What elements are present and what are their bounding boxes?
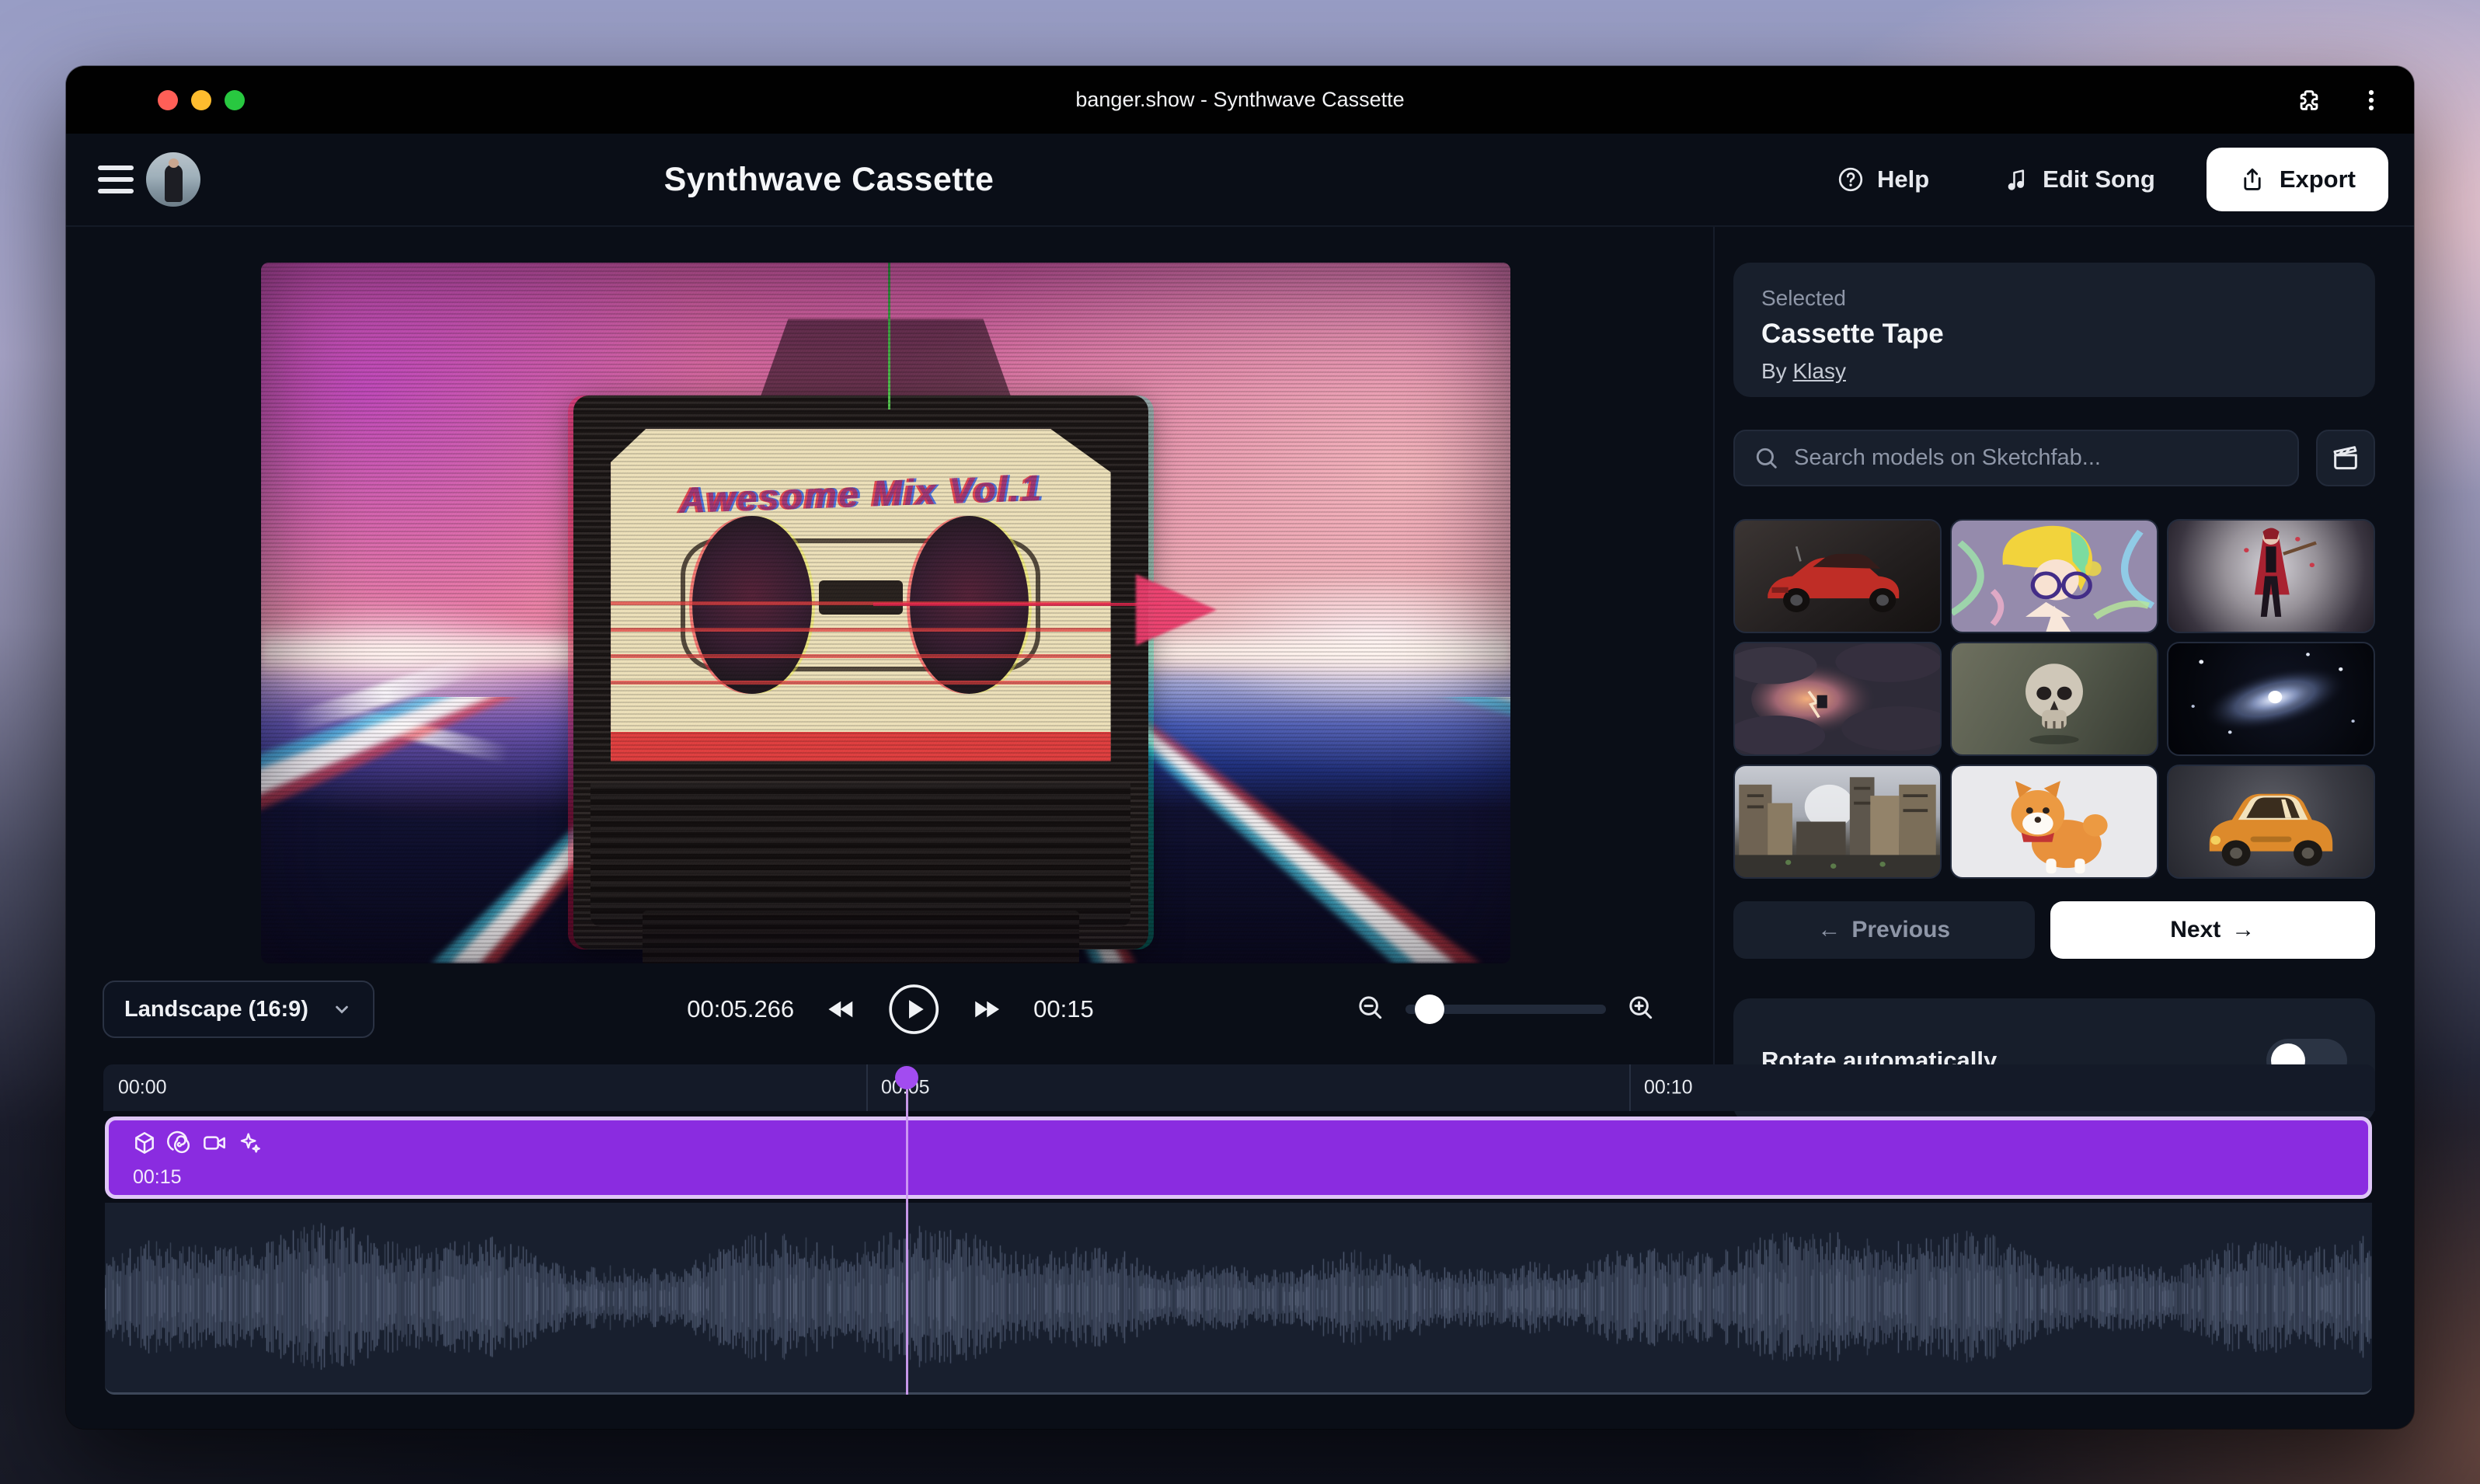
music-note-icon: [2004, 166, 2030, 193]
model-thumbnail[interactable]: [2167, 642, 2375, 756]
model-thumbnail[interactable]: [1950, 765, 2158, 879]
window-title: banger.show - Synthwave Cassette: [1075, 88, 1404, 112]
3d-viewport[interactable]: Awesome Mix Vol.1: [261, 263, 1510, 963]
ruler-tick-label: 00:00: [118, 1077, 167, 1099]
timeline: 00:0000:0500:10 00:15: [103, 1064, 2375, 1395]
zoom-out-icon[interactable]: [1356, 993, 1385, 1026]
previous-page-button[interactable]: ← Previous: [1733, 901, 2035, 959]
close-window-button[interactable]: [158, 90, 178, 110]
model-thumbnail[interactable]: [2167, 519, 2375, 633]
model-sidebar: Selected Cassette Tape By Klasy ← Previo…: [1733, 227, 2375, 1064]
app-window: banger.show - Synthwave Cassette Synthwa…: [66, 66, 2414, 1429]
aspect-ratio-dropdown[interactable]: Landscape (16:9): [103, 981, 374, 1038]
model-thumbnail[interactable]: [1733, 765, 1942, 879]
playhead-handle[interactable]: [895, 1066, 918, 1089]
traffic-lights: [66, 90, 245, 110]
author-link[interactable]: Klasy: [1792, 359, 1845, 383]
audio-waveform-track[interactable]: [105, 1203, 2372, 1395]
playback-controls: Landscape (16:9) 00:05.266 00:15: [66, 981, 1713, 1038]
play-button[interactable]: [887, 983, 940, 1036]
clip-track-icons: [132, 1130, 262, 1155]
arrow-right-icon: →: [2231, 917, 2255, 943]
maximize-window-button[interactable]: [225, 90, 245, 110]
minimize-window-button[interactable]: [191, 90, 211, 110]
model-search-box[interactable]: [1733, 430, 2299, 486]
model-thumbnail[interactable]: [2167, 765, 2375, 879]
selected-model-panel: Selected Cassette Tape By Klasy: [1733, 263, 2375, 397]
clapperboard-icon: [2330, 443, 2361, 474]
search-input[interactable]: [1794, 445, 2279, 471]
timeline-ruler[interactable]: 00:0000:0500:10: [103, 1064, 2375, 1111]
extensions-puzzle-icon[interactable]: [2296, 87, 2322, 113]
app-header: Synthwave Cassette Help Edit Song Export: [66, 134, 2414, 227]
zoom-in-icon[interactable]: [1626, 993, 1656, 1026]
ruler-tick-label: 00:10: [1644, 1077, 1693, 1099]
sparkles-icon: [237, 1130, 262, 1155]
model-thumbnail[interactable]: [1733, 642, 1942, 756]
model-thumbnail[interactable]: [1950, 642, 2158, 756]
chevron-down-icon: [331, 998, 353, 1020]
timeline-zoom-slider[interactable]: [1405, 1005, 1606, 1014]
model-clip[interactable]: 00:15: [105, 1116, 2372, 1199]
rewind-button[interactable]: [825, 994, 856, 1025]
search-icon: [1754, 445, 1780, 472]
current-time: 00:05.266: [687, 995, 794, 1023]
ruler-tick-line: [866, 1064, 868, 1111]
hamburger-menu-icon[interactable]: [98, 165, 134, 193]
sidebar-divider: [1713, 227, 1715, 1064]
edit-song-button[interactable]: Edit Song: [2004, 165, 2155, 193]
browser-titlebar: banger.show - Synthwave Cassette: [66, 66, 2414, 134]
selected-model-name: Cassette Tape: [1761, 319, 2347, 350]
fast-forward-button[interactable]: [971, 994, 1002, 1025]
export-button[interactable]: Export: [2207, 148, 2388, 211]
model-thumbnail[interactable]: [1733, 519, 1942, 633]
help-button[interactable]: Help: [1837, 165, 1929, 193]
cube-icon: [132, 1130, 157, 1155]
help-circle-icon: [1837, 165, 1865, 193]
next-page-button[interactable]: Next →: [2050, 901, 2376, 959]
spiral-icon: [167, 1130, 192, 1155]
clip-duration-label: 00:15: [133, 1166, 182, 1189]
user-avatar[interactable]: [146, 152, 200, 207]
model-grid: [1733, 519, 2375, 879]
my-models-button[interactable]: [2316, 430, 2375, 486]
ruler-tick-line: [1629, 1064, 1631, 1111]
model-thumbnail[interactable]: [1950, 519, 2158, 633]
browser-menu-kebab-icon[interactable]: [2358, 87, 2384, 113]
share-upload-icon: [2239, 166, 2266, 193]
arrow-left-icon: ←: [1817, 917, 1841, 943]
video-camera-icon: [202, 1130, 227, 1155]
total-duration: 00:15: [1033, 995, 1094, 1023]
project-title: Synthwave Cassette: [664, 161, 994, 199]
zoom-slider-knob[interactable]: [1415, 995, 1444, 1024]
